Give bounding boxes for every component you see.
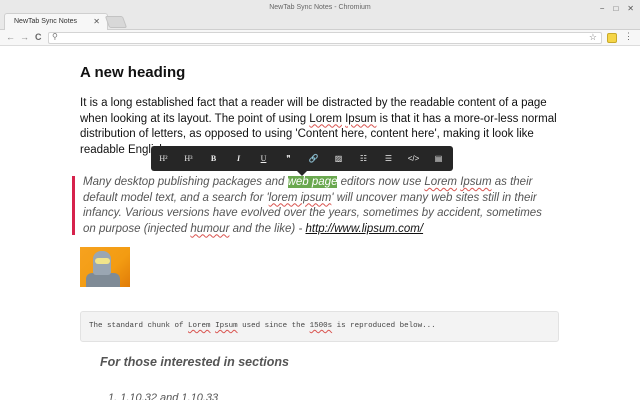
blockquote[interactable]: Many desktop publishing packages and web… [83,175,553,237]
extension-icon[interactable] [607,33,617,43]
robot-visor [95,258,110,264]
italic-button[interactable]: I [226,146,251,171]
unordered-list-button[interactable]: ☰ [376,146,401,171]
code-text: The standard chunk of Lorem Ipsum used s… [89,322,436,330]
selected-text[interactable]: web page [287,176,338,188]
blockquote-bar [72,176,75,235]
underline-button[interactable]: U [251,146,276,171]
magnifier-icon: ⚲ [52,32,58,41]
close-window-icon[interactable]: ✕ [627,4,634,13]
tab-title: NewTab Sync Notes [14,18,78,25]
misspelled-word: Lorem [309,112,342,125]
misspelled-word: humour [190,222,230,235]
robot-body [86,273,120,287]
quote-button[interactable]: ❞ [276,146,301,171]
browser-tab[interactable]: NewTab Sync Notes ✕ [4,13,108,30]
window-title: NewTab Sync Notes - Chromium [269,4,371,11]
lipsum-link[interactable]: http://www.lipsum.com/ [305,223,423,235]
window-controls: − □ ✕ [600,4,634,13]
misspelled-word: lorem ipsum [268,191,332,204]
misspelled-word: Lorem [424,176,458,188]
embedded-image[interactable] [80,247,130,287]
misspelled-word: Ipsum [460,176,492,188]
bookmark-star-icon[interactable]: ☆ [589,32,597,43]
maximize-icon[interactable]: □ [613,4,618,13]
title-bar: NewTab Sync Notes - Chromium − □ ✕ NewTa… [0,0,640,30]
reload-icon[interactable]: C [35,32,42,42]
menu-icon[interactable]: ⋮ [624,31,633,42]
note-heading[interactable]: A new heading [80,64,185,81]
misspelled-word: 1500s [309,322,333,330]
list-item[interactable]: 1. 1.10.32 and 1.10.33 [108,392,218,400]
embed-button[interactable]: ▤ [426,146,451,171]
misspelled-word: Lorem [188,322,211,330]
formatting-toolbar: H² H³ B I U ❞ 🔗 ▨ ☷ ☰ </> ▤ [151,146,453,176]
code-block[interactable]: The standard chunk of Lorem Ipsum used s… [80,311,559,342]
bold-button[interactable]: B [201,146,226,171]
code-button[interactable]: </> [401,146,426,171]
h3-button[interactable]: H³ [176,146,201,171]
h2-button[interactable]: H² [151,146,176,171]
section-subheading[interactable]: For those interested in sections [100,355,289,369]
misspelled-word: Ipsum [345,112,377,125]
ordered-list-button[interactable]: ☷ [351,146,376,171]
browser-toolbar: ← → C ⚲ ☆ ⋮ [0,30,640,46]
image-button[interactable]: ▨ [326,146,351,171]
minimize-icon[interactable]: − [600,4,605,13]
address-bar[interactable]: ⚲ ☆ [48,32,602,44]
editor-page: A new heading It is a long established f… [0,47,640,400]
back-icon[interactable]: ← [6,32,15,42]
forward-icon[interactable]: → [20,32,29,42]
misspelled-word: Ipsum [215,322,238,330]
new-tab-button[interactable] [104,16,128,28]
tab-close-icon[interactable]: ✕ [93,17,100,26]
link-button[interactable]: 🔗 [301,146,326,171]
